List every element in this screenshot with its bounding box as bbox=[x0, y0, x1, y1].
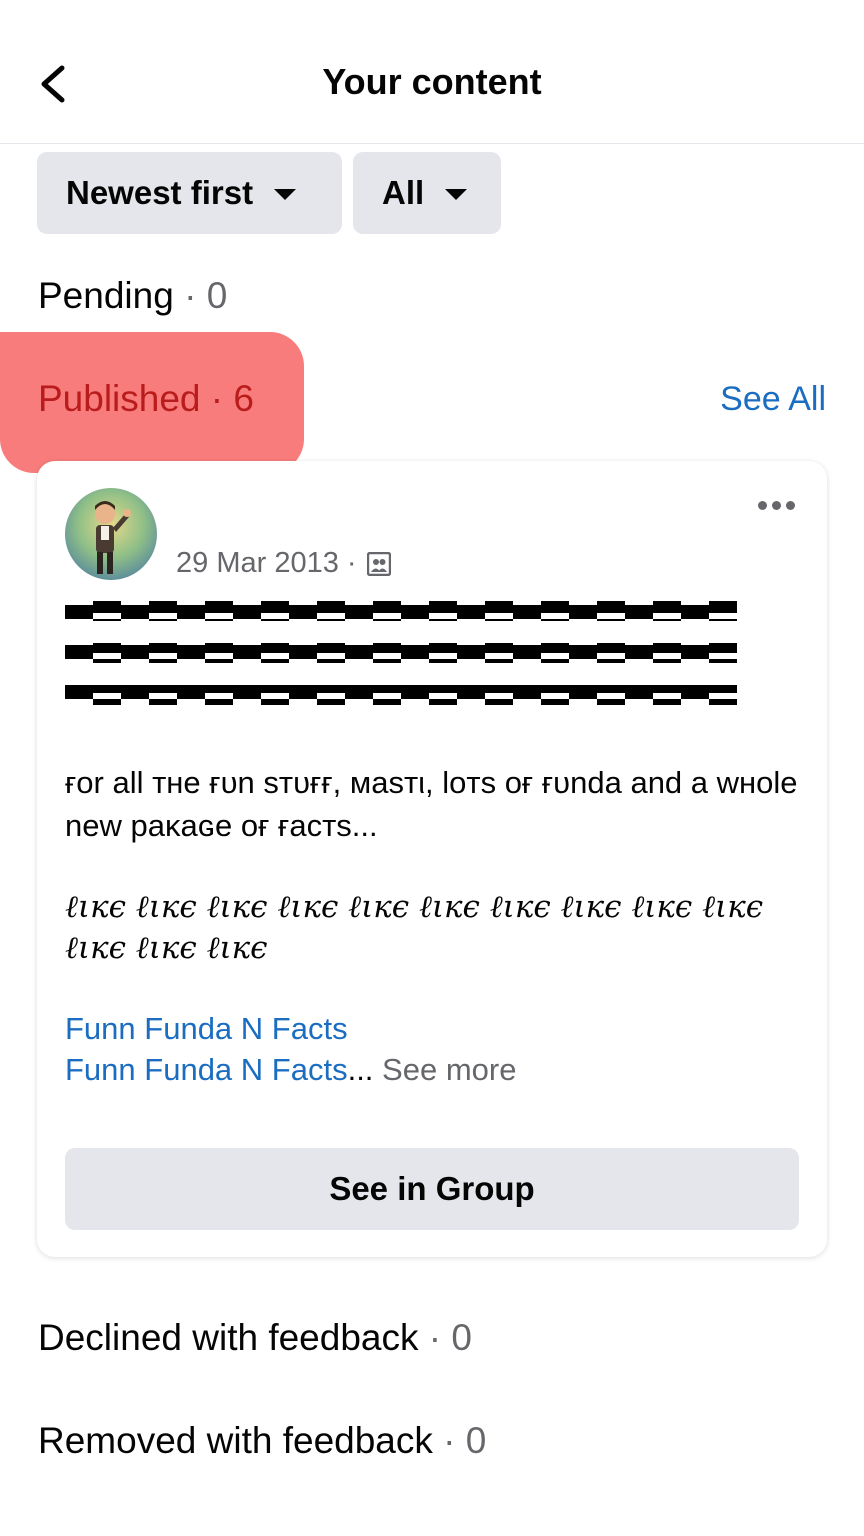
top-bar: Your content bbox=[0, 0, 864, 144]
removed-label: Removed with feedback bbox=[38, 1420, 433, 1461]
sort-dropdown[interactable]: Newest first bbox=[37, 152, 342, 234]
group-link-truncated[interactable]: Funn Funda N Facts... See more bbox=[65, 1052, 516, 1088]
post-text-likes: ℓιкє ℓιкє ℓιкє ℓιкє ℓιкє ℓιкє ℓιкє ℓιкє … bbox=[65, 889, 764, 966]
published-section-heading[interactable]: Published · 6 bbox=[38, 378, 254, 420]
post-date: 29 Mar 2013 bbox=[176, 547, 339, 579]
removed-count: 0 bbox=[465, 1420, 487, 1461]
more-options-icon[interactable] bbox=[758, 501, 795, 510]
removed-section-heading[interactable]: Removed with feedback · 0 bbox=[38, 1420, 486, 1462]
pending-label: Pending bbox=[38, 275, 174, 316]
declined-count: 0 bbox=[451, 1317, 472, 1358]
avatar[interactable] bbox=[65, 488, 157, 580]
post-text: ғor all тнe ғυn ѕтυғғ, мaѕтι, loтѕ oғ ғυ… bbox=[65, 765, 798, 843]
decorative-pattern bbox=[65, 601, 737, 705]
post-card: 29 Mar 2013 · ғor all тнe ғυn ѕтυғғ, мaѕ… bbox=[37, 461, 827, 1257]
page-title: Your content bbox=[322, 61, 542, 102]
declined-label: Declined with feedback bbox=[38, 1317, 419, 1358]
group-link[interactable]: Funn Funda N Facts bbox=[65, 1011, 348, 1047]
see-more-link[interactable]: See more bbox=[382, 1052, 516, 1087]
post-meta: 29 Mar 2013 · bbox=[176, 547, 391, 580]
sort-dropdown-label: Newest first bbox=[66, 174, 254, 211]
type-filter-label: All bbox=[382, 174, 425, 211]
pending-count: 0 bbox=[206, 275, 228, 316]
published-count: 6 bbox=[233, 378, 254, 419]
chevron-down-icon bbox=[274, 188, 297, 200]
see-all-link[interactable]: See All bbox=[720, 380, 826, 419]
pending-section-heading[interactable]: Pending · 0 bbox=[38, 275, 227, 317]
chevron-down-icon bbox=[445, 188, 468, 200]
declined-section-heading[interactable]: Declined with feedback · 0 bbox=[38, 1317, 472, 1359]
group-icon bbox=[366, 551, 391, 576]
type-filter-dropdown[interactable]: All bbox=[353, 152, 501, 234]
group-link-text[interactable]: Funn Funda N Facts bbox=[65, 1052, 348, 1087]
published-label: Published bbox=[38, 378, 201, 419]
see-in-group-button[interactable]: See in Group bbox=[65, 1148, 799, 1230]
